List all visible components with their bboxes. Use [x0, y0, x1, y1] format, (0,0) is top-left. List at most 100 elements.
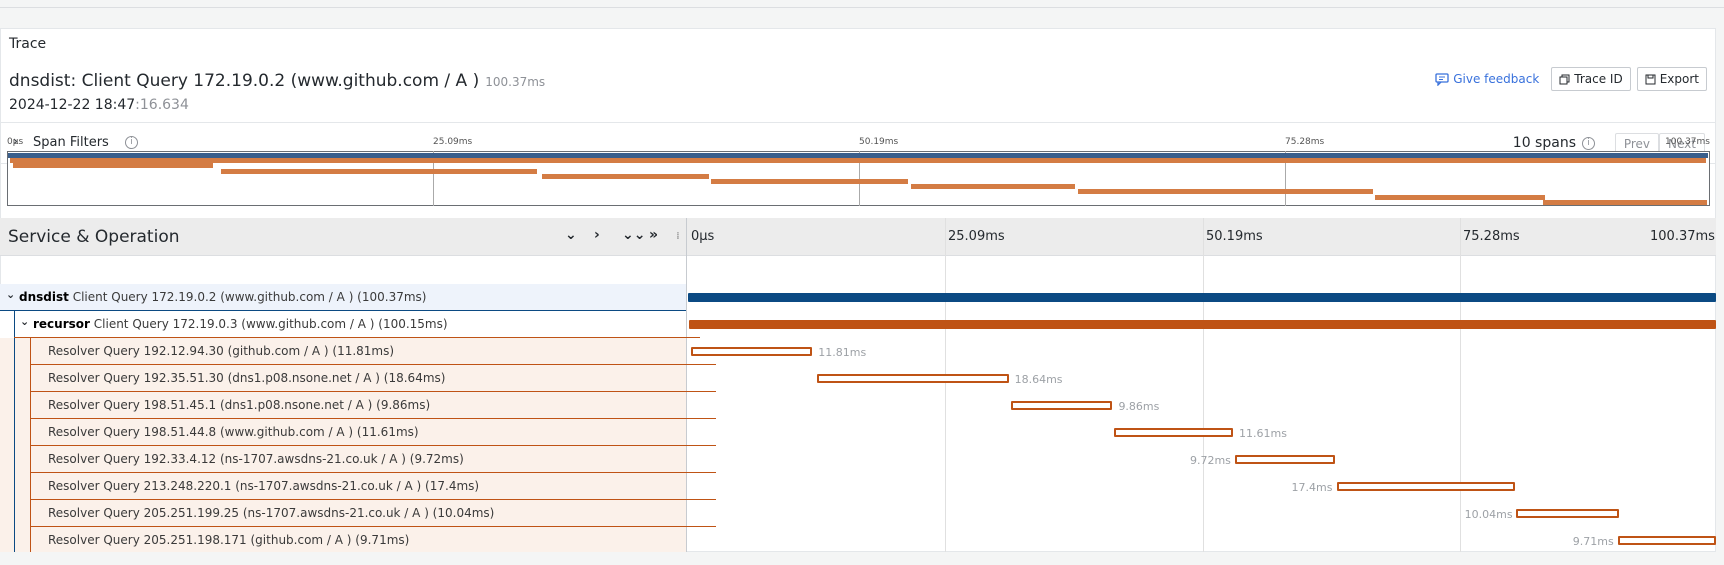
panel-title: Trace	[9, 36, 47, 52]
trace-date-seconds: :16.634	[135, 97, 189, 113]
span-row[interactable]: Resolver Query 205.251.198.171 (github.c…	[0, 527, 716, 554]
minimap-tick: 0μs	[7, 137, 24, 147]
trace-minimap[interactable]: 0μs 25.09ms 50.19ms 75.28ms 100.37ms	[6, 136, 1710, 218]
span-name[interactable]: Resolver Query 198.51.44.8 (www.github.c…	[48, 425, 419, 439]
span-row[interactable]: Resolver Query 192.33.4.12 (ns-1707.awsd…	[0, 446, 716, 473]
tree-guide	[14, 446, 15, 473]
span-bar[interactable]	[688, 293, 1716, 302]
trace-name: dnsdist: Client Query 172.19.0.2 (www.gi…	[9, 71, 480, 91]
timeline-tick: 100.37ms	[1650, 229, 1715, 244]
span-bar[interactable]	[1011, 401, 1113, 410]
span-name[interactable]: Resolver Query 192.12.94.30 (github.com …	[48, 344, 394, 358]
tree-guide	[30, 392, 31, 419]
span-duration-label: 17.4ms	[1291, 481, 1333, 494]
timeline-tick: 75.28ms	[1463, 229, 1520, 244]
collapse-one-icon[interactable]: ⌄	[565, 227, 577, 243]
span-bar[interactable]	[1234, 455, 1335, 464]
minimap-tick: 75.28ms	[1285, 137, 1325, 147]
span-bar[interactable]	[817, 374, 1009, 383]
tree-guide	[14, 311, 15, 338]
span-operation: Resolver Query 213.248.220.1 (ns-1707.aw…	[48, 479, 480, 493]
span-bar[interactable]	[1617, 536, 1716, 545]
span-operation: Resolver Query 205.251.199.25 (ns-1707.a…	[48, 506, 495, 520]
span-row[interactable]: Resolver Query 198.51.44.8 (www.github.c…	[0, 419, 716, 446]
span-row[interactable]: Resolver Query 198.51.45.1 (dns1.p08.nso…	[0, 392, 716, 419]
span-row[interactable]: Resolver Query 213.248.220.1 (ns-1707.aw…	[0, 473, 716, 500]
collapse-toggle-icon[interactable]: ⌄	[6, 288, 15, 301]
span-bar[interactable]	[1516, 509, 1620, 518]
minimap-tick: 25.09ms	[433, 137, 473, 147]
trace-title: dnsdist: Client Query 172.19.0.2 (www.gi…	[9, 71, 545, 91]
expand-one-icon[interactable]: ›	[594, 227, 600, 243]
span-duration-label: 9.71ms	[1572, 535, 1614, 548]
span-name[interactable]: Resolver Query 213.248.220.1 (ns-1707.aw…	[48, 479, 479, 493]
span-name[interactable]: dnsdist Client Query 172.19.0.2 (www.git…	[19, 290, 426, 304]
export-button[interactable]: Export	[1636, 67, 1707, 91]
span-duration-label: 9.72ms	[1189, 454, 1231, 467]
span-service: dnsdist	[19, 290, 69, 304]
save-icon	[1645, 74, 1656, 84]
column-resize-handle[interactable]: ⁞	[676, 231, 680, 242]
span-operation: Resolver Query 192.12.94.30 (github.com …	[48, 344, 395, 358]
collapse-toggle-icon[interactable]: ⌄	[20, 315, 29, 328]
span-duration-label: 18.64ms	[1014, 373, 1063, 386]
span-name[interactable]: Resolver Query 205.251.199.25 (ns-1707.a…	[48, 506, 494, 520]
trace-date-main: 2024-12-22 18:47	[9, 97, 136, 113]
tree-guide	[30, 446, 31, 473]
span-bar[interactable]	[689, 320, 1716, 329]
timeline-gridline	[945, 218, 946, 552]
minimap-span-bar	[9, 158, 1706, 164]
span-bar[interactable]	[1113, 428, 1233, 437]
tree-guide	[14, 338, 15, 365]
span-operation: Resolver Query 192.35.51.30 (dns1.p08.ns…	[48, 371, 446, 385]
tree-guide	[30, 527, 31, 554]
minimap-span-bar	[910, 184, 1076, 190]
span-row[interactable]: ⌄ dnsdist Client Query 172.19.0.2 (www.gi…	[0, 284, 686, 311]
span-row[interactable]: Resolver Query 192.12.94.30 (github.com …	[0, 338, 716, 365]
minimap-span-bar	[541, 173, 709, 179]
export-label: Export	[1659, 72, 1699, 86]
span-row[interactable]: Resolver Query 192.35.51.30 (dns1.p08.ns…	[0, 365, 716, 392]
span-name[interactable]: Resolver Query 192.35.51.30 (dns1.p08.ns…	[48, 371, 445, 385]
trace-id-label: Trace ID	[1574, 72, 1623, 86]
span-operation: Client Query 172.19.0.3 (www.github.com …	[93, 317, 448, 331]
span-row[interactable]: Resolver Query 205.251.199.25 (ns-1707.a…	[0, 500, 716, 527]
timeline-gridline	[1203, 218, 1204, 552]
trace-duration: 100.37ms	[485, 75, 546, 89]
timeline-tick: 50.19ms	[1206, 229, 1263, 244]
span-name[interactable]: recursor Client Query 172.19.0.3 (www.gi…	[33, 317, 448, 331]
minimap-span-bar	[1542, 199, 1707, 205]
span-operation: Client Query 172.19.0.2 (www.github.com …	[72, 290, 427, 304]
span-duration-label: 9.86ms	[1118, 400, 1160, 413]
tree-guide	[14, 527, 15, 554]
tree-guide	[14, 392, 15, 419]
span-operation: Resolver Query 205.251.198.171 (github.c…	[48, 533, 410, 547]
trace-actions: Give feedback Trace ID Export	[1435, 67, 1707, 91]
span-duration-label: 11.61ms	[1239, 427, 1287, 440]
minimap-span-bar	[1078, 189, 1374, 195]
tree-guide	[14, 500, 15, 527]
span-duration-label: 10.04ms	[1464, 508, 1513, 521]
span-bar[interactable]	[1336, 482, 1516, 491]
tree-guide	[14, 473, 15, 500]
give-feedback-link[interactable]: Give feedback	[1435, 72, 1539, 86]
span-name[interactable]: Resolver Query 205.251.198.171 (github.c…	[48, 533, 409, 547]
minimap-span-bar	[221, 168, 538, 174]
minimap-tick: 100.37ms	[1665, 137, 1710, 147]
minimap-tick: 50.19ms	[859, 137, 899, 147]
timeline-header: Service & Operation ⌄ › ⌄⌄ » ⁞ 0μs 25.09…	[0, 218, 1716, 256]
expand-all-icon[interactable]: »	[649, 227, 658, 243]
tree-guide	[30, 500, 31, 527]
trace-id-button[interactable]: Trace ID	[1551, 67, 1631, 91]
tree-guide	[30, 338, 31, 365]
comment-icon	[1435, 73, 1449, 86]
collapse-all-icon[interactable]: ⌄⌄	[622, 227, 645, 243]
tree-guide	[30, 419, 31, 446]
span-operation: Resolver Query 198.51.44.8 (www.github.c…	[48, 425, 419, 439]
span-name[interactable]: Resolver Query 198.51.45.1 (dns1.p08.nso…	[48, 398, 430, 412]
span-operation: Resolver Query 198.51.45.1 (dns1.p08.nso…	[48, 398, 431, 412]
span-bar[interactable]	[691, 347, 813, 356]
span-name[interactable]: Resolver Query 192.33.4.12 (ns-1707.awsd…	[48, 452, 464, 466]
service-operation-header: Service & Operation	[8, 227, 180, 247]
span-row[interactable]: ⌄ recursor Client Query 172.19.0.3 (www.g…	[0, 311, 700, 338]
